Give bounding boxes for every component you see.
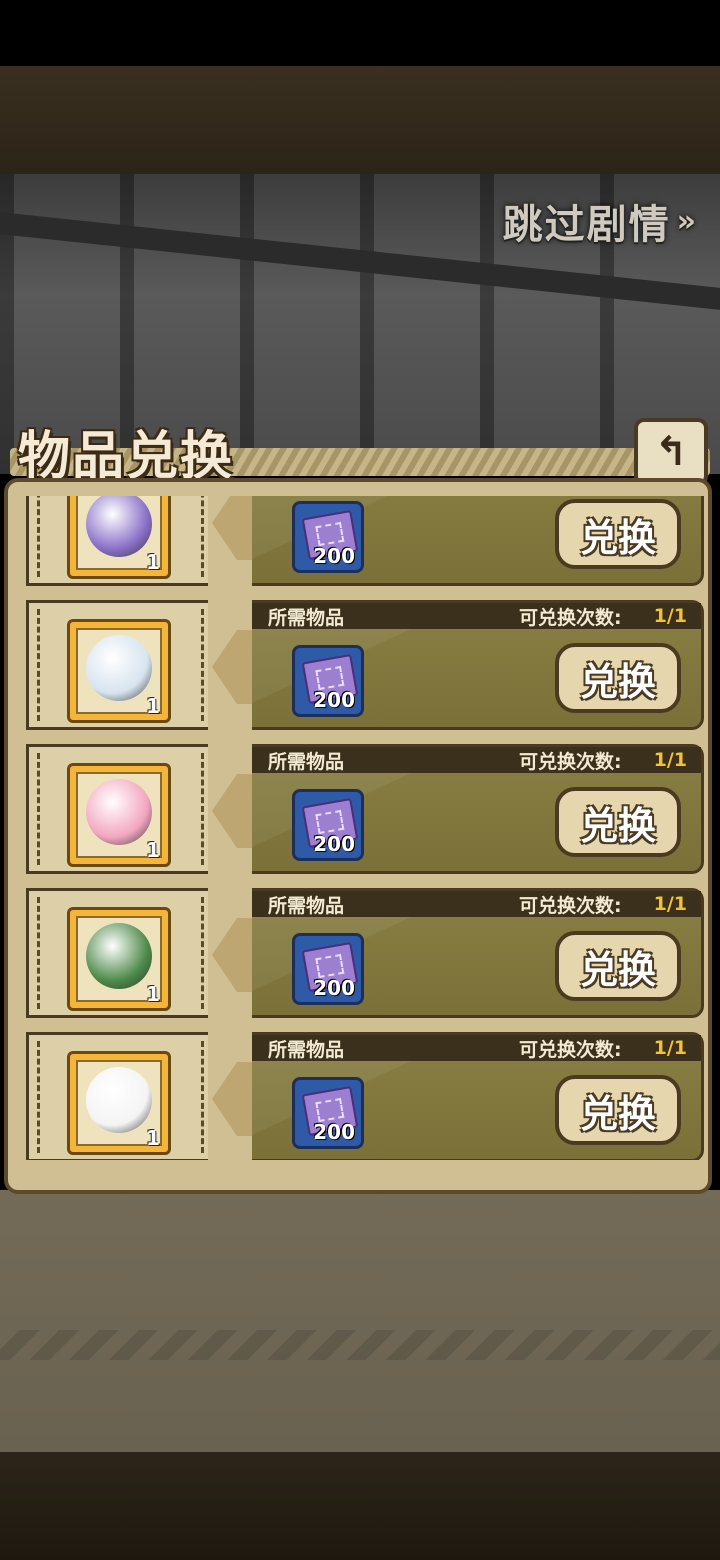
row-header: 所需物品 可兑换次数: 1/1 [252,747,701,773]
reward-item-count: 1 [146,982,160,1006]
double-chevron-icon: » [676,203,698,239]
cost-item-slot[interactable]: 200 [292,1077,364,1149]
lower-zigzag-deco [0,1330,720,1360]
exchange-count-label: 可兑换次数: [519,606,622,629]
exchange-count-value: 1/1 [653,605,687,627]
row-header: 所需物品 可兑换次数: 1/1 [252,1035,701,1061]
reward-item-count: 1 [146,550,160,574]
reward-item-slot[interactable]: 1 [67,496,171,579]
exchange-button-label: 兑换 [579,947,656,992]
cost-cell: 所需物品 可兑换次数: 1/1 200 兑换 [252,888,704,1018]
cost-cell: 所需物品 可兑换次数: 1/1 200 兑换 [252,744,704,874]
item-cell: 1 [26,888,208,1018]
status-bar [0,0,720,66]
reward-item-slot[interactable]: 1 [67,1051,171,1155]
crystal-orb-icon [86,634,152,701]
pink-creature-icon [86,778,152,845]
angel-orb-icon [86,1066,152,1133]
green-lantern-icon [86,922,152,989]
cost-cell: 所需物品 可兑换次数: 1/1 200 兑换 [252,496,704,586]
cost-amount: 200 [313,832,355,856]
item-cell: 1 [26,496,208,586]
reward-item-slot[interactable]: 1 [67,907,171,1011]
reward-item-count: 1 [146,694,160,718]
exchange-button-label: 兑换 [579,803,656,848]
lower-background [0,1190,720,1452]
exchange-row: 1 所需物品 可兑换次数: 1/1 200 兑换 [26,496,704,586]
cost-item-slot[interactable]: 200 [292,501,364,573]
reward-item-slot[interactable]: 1 [67,763,171,867]
exchange-row: 1 所需物品 可兑换次数: 1/1 200 兑换 [26,1032,704,1160]
reward-item-count: 1 [146,1126,160,1150]
exchange-list[interactable]: 1 所需物品 可兑换次数: 1/1 200 兑换 [14,496,704,1160]
exchange-row: 1 所需物品 可兑换次数: 1/1 200 兑换 [26,600,704,730]
cost-amount: 200 [313,688,355,712]
back-button[interactable]: ↰ [634,418,708,486]
item-cell: 1 [26,600,208,730]
row-header: 所需物品 可兑换次数: 1/1 [252,891,701,917]
cost-amount: 200 [313,976,355,1000]
exchange-button[interactable]: 兑换 [555,931,681,1001]
skip-story-label: 跳过剧情 [502,202,671,248]
exchange-count-label: 可兑换次数: [519,750,622,773]
pocket-watch-icon [86,496,152,557]
bottom-banner [0,1452,720,1560]
required-items-label: 所需物品 [268,750,345,773]
exchange-button[interactable]: 兑换 [555,499,681,569]
exchange-count-label: 可兑换次数: [519,1038,622,1061]
exchange-count-value: 1/1 [653,893,687,915]
reward-item-slot[interactable]: 1 [67,619,171,723]
required-items-label: 所需物品 [268,1038,345,1061]
cost-item-slot[interactable]: 200 [292,645,364,717]
exchange-count-value: 1/1 [653,1037,687,1059]
item-cell: 1 [26,744,208,874]
required-items-label: 所需物品 [268,606,345,629]
cost-cell: 所需物品 可兑换次数: 1/1 200 兑换 [252,1032,704,1160]
required-items-label: 所需物品 [268,894,345,917]
exchange-button[interactable]: 兑换 [555,1075,681,1145]
cost-item-slot[interactable]: 200 [292,789,364,861]
exchange-button-label: 兑换 [579,1091,656,1136]
cost-item-slot[interactable]: 200 [292,933,364,1005]
cost-cell: 所需物品 可兑换次数: 1/1 200 兑换 [252,600,704,730]
cost-amount: 200 [313,1120,355,1144]
exchange-row: 1 所需物品 可兑换次数: 1/1 200 兑换 [26,888,704,1018]
exchange-row: 1 所需物品 可兑换次数: 1/1 200 兑换 [26,744,704,874]
exchange-button[interactable]: 兑换 [555,787,681,857]
exchange-button-label: 兑换 [579,515,656,560]
cost-amount: 200 [313,544,355,568]
top-banner [0,66,720,177]
return-arrow-icon: ↰ [654,429,688,475]
exchange-count-value: 1/1 [653,749,687,771]
exchange-button[interactable]: 兑换 [555,643,681,713]
exchange-button-label: 兑换 [579,659,656,704]
skip-story-button[interactable]: 跳过剧情 » [503,192,698,250]
reward-item-count: 1 [146,838,160,862]
row-header: 所需物品 可兑换次数: 1/1 [252,603,701,629]
item-cell: 1 [26,1032,208,1160]
exchange-count-label: 可兑换次数: [519,894,622,917]
